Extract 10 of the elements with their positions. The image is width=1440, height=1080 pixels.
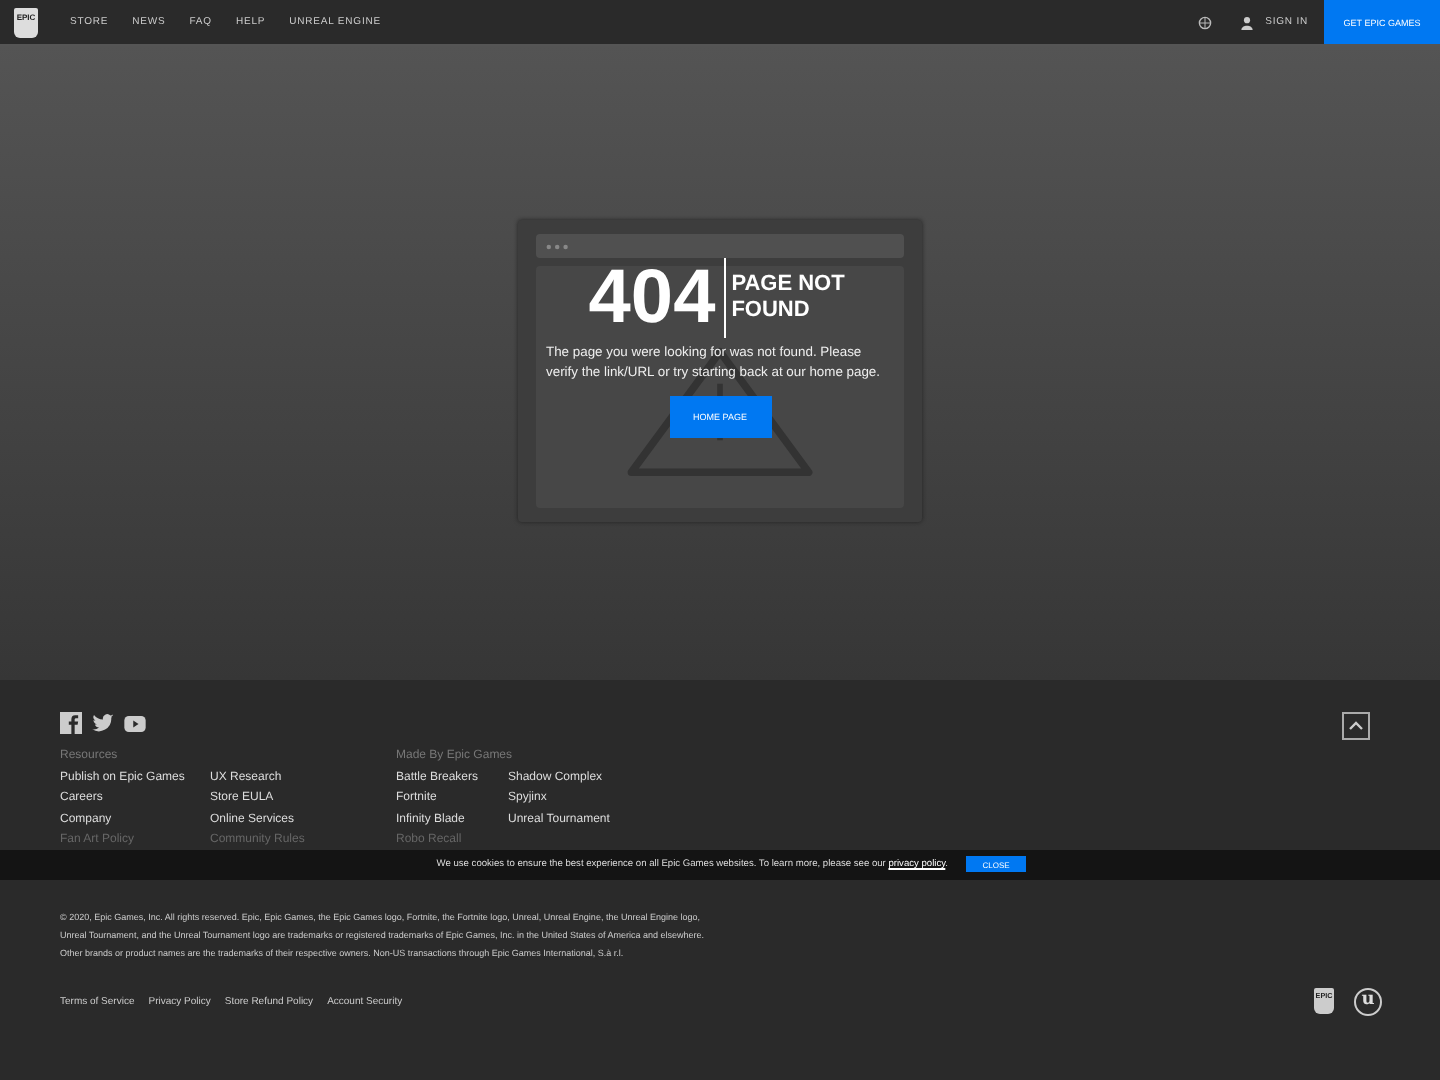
- globe-icon[interactable]: [1197, 15, 1212, 29]
- twitter-icon[interactable]: [92, 714, 114, 732]
- youtube-icon[interactable]: [124, 715, 146, 731]
- user-icon[interactable]: [1239, 15, 1254, 29]
- error-title: PAGE NOT FOUND: [729, 272, 847, 324]
- scroll-to-top-icon[interactable]: [1342, 712, 1370, 740]
- facebook-icon[interactable]: [60, 712, 82, 734]
- window-dots-icon: [546, 243, 574, 249]
- unreal-logo[interactable]: u: [1354, 987, 1382, 1016]
- error-code: 404: [588, 258, 726, 338]
